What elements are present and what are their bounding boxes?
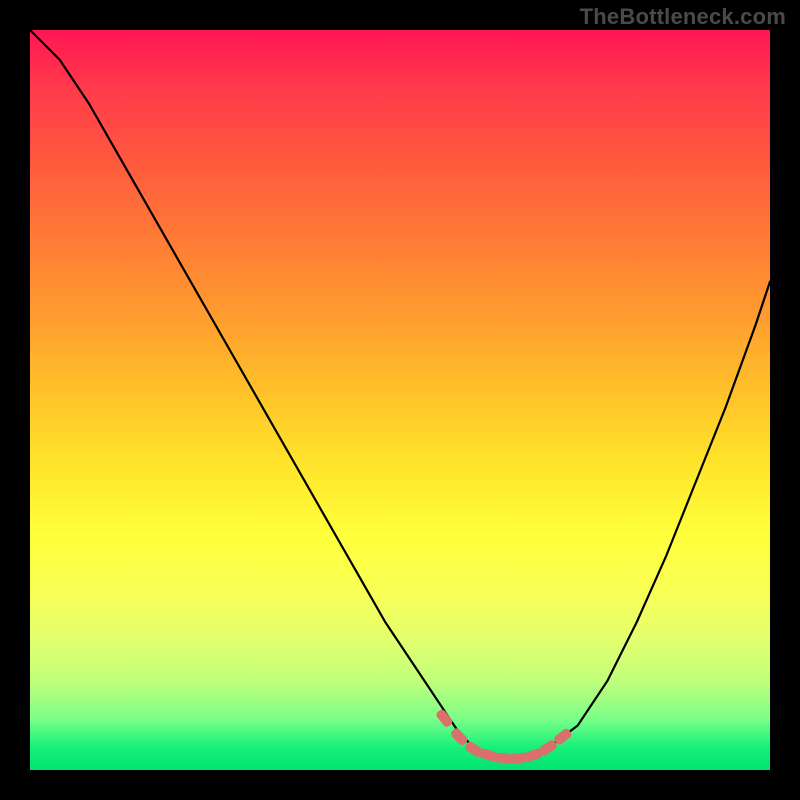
chart-frame: TheBottleneck.com xyxy=(0,0,800,800)
chart-svg xyxy=(30,30,770,770)
plot-area xyxy=(30,30,770,770)
watermark-label: TheBottleneck.com xyxy=(580,4,786,30)
bottleneck-curve xyxy=(30,30,770,759)
optimal-marker xyxy=(435,708,454,728)
optimal-marker xyxy=(449,727,469,747)
optimal-range-markers xyxy=(435,708,573,764)
